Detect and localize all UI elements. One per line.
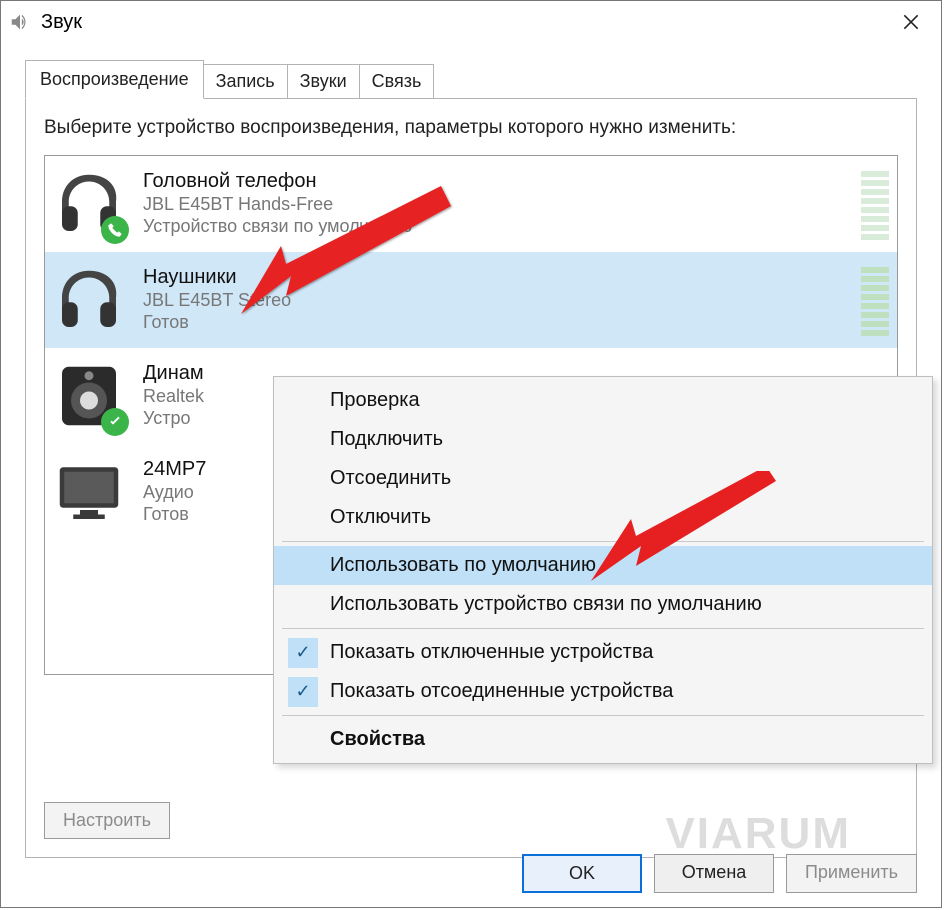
device-title: Головной телефон (143, 170, 853, 193)
tab-recording[interactable]: Запись (203, 64, 288, 99)
level-meter (861, 168, 889, 240)
ctx-properties[interactable]: Свойства (274, 720, 932, 759)
ctx-show-disconnected[interactable]: ✓ Показать отсоединенные устройства (274, 672, 932, 711)
sound-dialog: Звук Воспроизведение Запись Звуки Связь … (0, 0, 942, 908)
device-title: Наушники (143, 266, 853, 289)
ctx-label: Показать отсоединенные устройства (330, 680, 673, 702)
level-meter (861, 264, 889, 336)
ctx-separator (282, 715, 924, 716)
tab-playback[interactable]: Воспроизведение (25, 60, 204, 99)
ctx-separator (282, 541, 924, 542)
device-text: Наушники JBL E45BT Stereo Готов (143, 266, 853, 334)
tabstrip: Воспроизведение Запись Звуки Связь (25, 61, 941, 99)
device-sub2: Готов (143, 311, 853, 334)
headset-icon (53, 168, 125, 240)
ctx-disable[interactable]: Отключить (274, 498, 932, 537)
device-item[interactable]: Наушники JBL E45BT Stereo Готов (45, 252, 897, 348)
ctx-set-default[interactable]: Использовать по умолчанию (274, 546, 932, 585)
tab-sounds[interactable]: Звуки (287, 64, 360, 99)
device-text: Головной телефон JBL E45BT Hands-Free Ус… (143, 170, 853, 238)
sound-icon (9, 11, 31, 33)
ctx-separator (282, 628, 924, 629)
ctx-show-disabled[interactable]: ✓ Показать отключенные устройства (274, 633, 932, 672)
check-icon: ✓ (288, 638, 318, 668)
ok-button[interactable]: OK (522, 854, 642, 893)
device-sub2: Устройство связи по умолчанию (143, 215, 853, 238)
apply-button[interactable]: Применить (786, 854, 917, 893)
ctx-label: Показать отключенные устройства (330, 641, 653, 663)
speaker-icon (53, 360, 125, 432)
close-button[interactable] (889, 6, 933, 38)
dialog-buttons: OK Отмена Применить (522, 854, 917, 893)
configure-button[interactable]: Настроить (44, 802, 170, 839)
check-badge-icon (101, 408, 129, 436)
cancel-button[interactable]: Отмена (654, 854, 774, 893)
window-title: Звук (41, 11, 82, 34)
ctx-test[interactable]: Проверка (274, 381, 932, 420)
device-sub1: JBL E45BT Stereo (143, 289, 853, 312)
headset-icon (53, 264, 125, 336)
phone-badge-icon (101, 216, 129, 244)
ctx-connect[interactable]: Подключить (274, 420, 932, 459)
check-icon: ✓ (288, 677, 318, 707)
ctx-set-default-comm[interactable]: Использовать устройство связи по умолчан… (274, 585, 932, 624)
ctx-disconnect[interactable]: Отсоединить (274, 459, 932, 498)
device-sub1: JBL E45BT Hands-Free (143, 193, 853, 216)
instruction-text: Выберите устройство воспроизведения, пар… (44, 115, 898, 141)
panel-bottom-row: Настроить (44, 802, 898, 839)
monitor-icon (53, 456, 125, 528)
context-menu: Проверка Подключить Отсоединить Отключит… (273, 376, 933, 764)
titlebar: Звук (1, 1, 941, 43)
device-item[interactable]: Головной телефон JBL E45BT Hands-Free Ус… (45, 156, 897, 252)
tab-communications[interactable]: Связь (359, 64, 435, 99)
